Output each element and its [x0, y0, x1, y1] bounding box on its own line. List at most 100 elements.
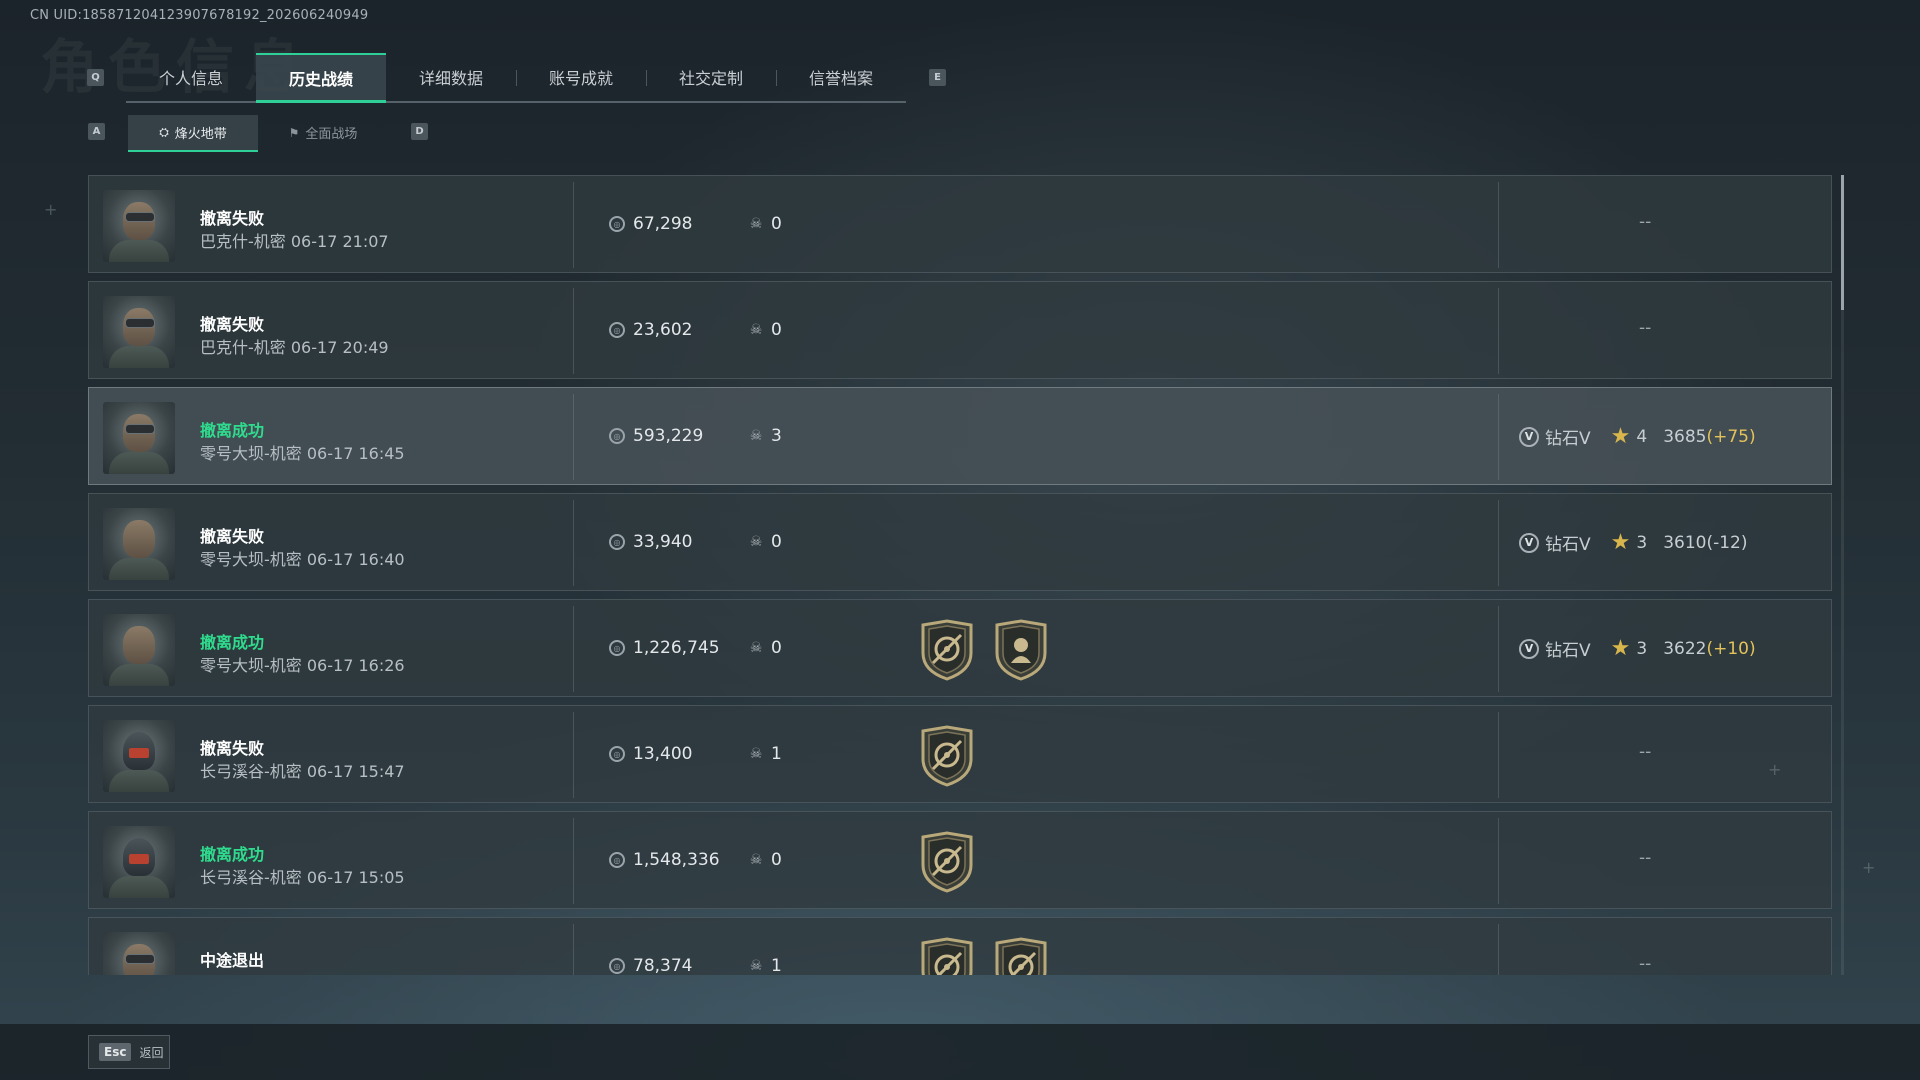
subtab-0[interactable]: ⛭ 烽火地带: [128, 115, 258, 152]
match-row[interactable]: 中途退出零号大坝-机密 06-17 14:03◎78,374☠1--: [88, 917, 1832, 975]
divider: [1498, 182, 1499, 268]
divider: [1498, 712, 1499, 798]
extraction-status: 中途退出: [200, 951, 265, 970]
coin-icon: ◎: [609, 322, 625, 338]
skull-icon: ☠: [749, 216, 763, 232]
rank-empty: --: [1639, 318, 1652, 338]
map-name: 长弓溪谷-机密: [200, 868, 302, 887]
back-button[interactable]: Esc 返回: [88, 1035, 170, 1069]
medal-group: [919, 937, 1049, 975]
skull-icon: ☠: [749, 640, 763, 656]
scrollbar-thumb[interactable]: [1841, 175, 1844, 310]
tab-prev-key[interactable]: Q: [87, 69, 104, 86]
rank-score-value: 3685: [1663, 426, 1707, 447]
kill-count: ☠ 0: [749, 214, 782, 234]
uid-label: CN UID:1858712041239076781​92_2026062409…: [30, 8, 369, 23]
rank-score-delta: (+75): [1706, 426, 1756, 447]
crosshair-medal-icon[interactable]: [919, 619, 975, 681]
kill-count: ☠ 3: [749, 426, 782, 446]
coin-icon: ◎: [609, 958, 625, 974]
rank-score: 3610(-12): [1663, 533, 1747, 553]
rank-tier: 钻石V: [1545, 429, 1591, 449]
tab-4[interactable]: 社交定制: [646, 53, 776, 101]
star-icon: ★: [1610, 635, 1631, 661]
extraction-status: 撤离失败: [200, 209, 265, 228]
crosshair-medal-icon[interactable]: [919, 725, 975, 787]
bottom-bar: [0, 1024, 1920, 1080]
divider: [573, 712, 574, 798]
match-time: 06-17 20:49: [290, 338, 389, 357]
operator-avatar: [103, 296, 175, 368]
divider: [573, 182, 574, 268]
crosshair-medal-icon[interactable]: [919, 831, 975, 893]
rank-info: V 钻石V ★ 3 3622(+10): [1519, 636, 1819, 661]
subtab-1[interactable]: ⚑ 全面战场: [258, 115, 388, 150]
match-history-list[interactable]: 撤离失败 巴克什-机密 06-17 21:07 ◎ 67,298 ☠ 0 -- 撤离失败 巴克什…: [88, 175, 1832, 975]
match-row[interactable]: 撤离成功 长弓溪谷-机密 06-17 15:05 ◎ 1,548,336 ☠ 0 --: [88, 811, 1832, 909]
tab-5[interactable]: 信誉档案: [776, 53, 906, 101]
loot-value-text: 23,602: [633, 320, 693, 340]
rank-info: V 钻石V ★ 3 3610(-12): [1519, 530, 1819, 555]
kill-count: ☠ 1: [749, 956, 782, 975]
kill-count-text: 0: [771, 320, 782, 340]
match-meta: 零号大坝-机密 06-17 14:03: [200, 970, 405, 975]
rank-empty: --: [1639, 954, 1652, 974]
tab-2[interactable]: 详细数据: [386, 53, 516, 101]
loot-value-text: 593,229: [633, 426, 704, 446]
tab-3[interactable]: 账号成就: [516, 53, 646, 101]
loot-value-text: 13,400: [633, 744, 693, 764]
extraction-status: 撤离成功: [200, 633, 265, 652]
medal-group: [919, 725, 975, 787]
rank-tier: 钻石V: [1545, 535, 1591, 555]
match-time: 06-17 16:40: [306, 550, 405, 569]
operator-avatar: [103, 932, 175, 975]
divider: [1498, 500, 1499, 586]
rank-score-value: 3622: [1663, 638, 1707, 659]
tab-1[interactable]: 历史战绩: [256, 53, 386, 103]
operator-avatar: [103, 190, 175, 262]
kill-count-text: 1: [771, 744, 782, 764]
subtab-next-key[interactable]: D: [411, 123, 428, 140]
crosshair-medal-icon[interactable]: [993, 937, 1049, 975]
operator-avatar: [103, 614, 175, 686]
match-time: 06-17 15:47: [306, 762, 405, 781]
map-name: 零号大坝-机密: [200, 550, 302, 569]
tab-0[interactable]: 个人信息: [126, 53, 256, 101]
loot-value: ◎ 67,298: [609, 214, 692, 234]
extraction-status: 撤离失败: [200, 739, 265, 758]
match-row[interactable]: 撤离失败 巴克什-机密 06-17 20:49 ◎ 23,602 ☠ 0 --: [88, 281, 1832, 379]
match-row[interactable]: 撤离成功 零号大坝-机密 06-17 16:26 ◎ 1,226,745 ☠ 0 V 钻石V ★…: [88, 599, 1832, 697]
match-row[interactable]: 撤离失败 长弓溪谷-机密 06-17 15:47 ◎ 13,400 ☠ 1 --: [88, 705, 1832, 803]
match-row[interactable]: 撤离失败 零号大坝-机密 06-17 16:40 ◎ 33,940 ☠ 0 V 钻石V ★ 3 36…: [88, 493, 1832, 591]
operator-medal-icon[interactable]: [993, 619, 1049, 681]
match-row[interactable]: 撤离成功 零号大坝-机密 06-17 16:45 ◎ 593,229 ☠ 3 V 钻石V ★ 4 3…: [88, 387, 1832, 485]
tab-next-key[interactable]: E: [929, 69, 946, 86]
crosshair-medal-icon[interactable]: [919, 937, 975, 975]
decor-plus-icon: +: [1862, 858, 1876, 877]
map-name: 零号大坝-机密: [200, 444, 302, 463]
divider: [1498, 288, 1499, 374]
rank-tier-icon: V: [1519, 532, 1539, 553]
coin-icon: ◎: [609, 746, 625, 762]
back-label: 返回: [139, 1045, 164, 1060]
match-meta: 巴克什-机密 06-17 20:49: [200, 334, 389, 358]
rank-info: V 钻石V ★ 4 3685(+75): [1519, 424, 1819, 449]
operator-avatar: [103, 508, 175, 580]
rank-empty: --: [1639, 848, 1652, 868]
match-meta: 长弓溪谷-机密 06-17 15:47: [200, 758, 405, 782]
match-meta: 长弓溪谷-机密 06-17 15:05: [200, 864, 405, 888]
star-icon: ★: [1610, 423, 1631, 449]
coin-icon: ◎: [609, 852, 625, 868]
map-name: 零号大坝-机密: [200, 656, 302, 675]
divider: [573, 394, 574, 480]
kill-count-text: 0: [771, 638, 782, 658]
subtab-prev-key[interactable]: A: [88, 123, 105, 140]
match-row[interactable]: 撤离失败 巴克什-机密 06-17 21:07 ◎ 67,298 ☠ 0 --: [88, 175, 1832, 273]
rank-empty: --: [1639, 212, 1652, 232]
rank-empty: --: [1639, 742, 1652, 762]
match-time: 06-17 21:07: [290, 232, 389, 251]
operator-avatar: [103, 402, 175, 474]
main-tabs: 个人信息 历史战绩 详细数据 账号成就 社交定制 信誉档案: [126, 53, 906, 103]
match-time: 06-17 15:05: [306, 868, 405, 887]
battlefield-icon: ⚑: [288, 125, 300, 140]
